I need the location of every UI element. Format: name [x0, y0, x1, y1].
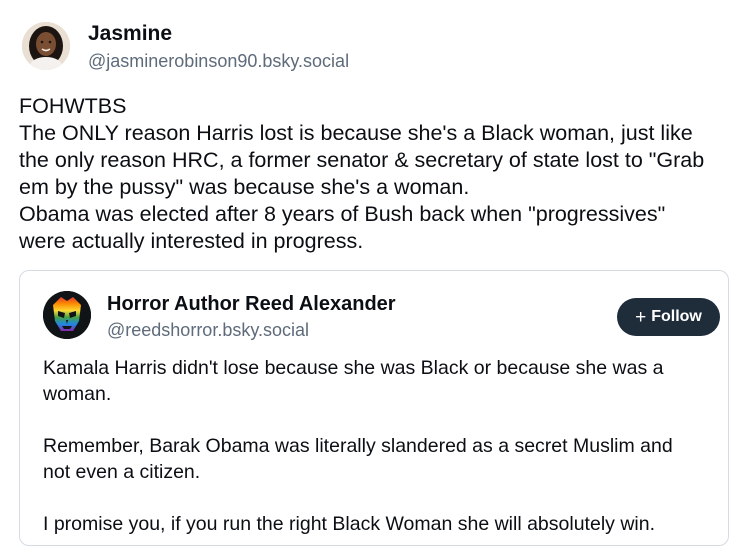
quoted-author-name[interactable]: Horror Author Reed Alexander — [107, 293, 396, 316]
quoted-author-handle[interactable]: @reedshorror.bsky.social — [107, 320, 309, 341]
post-text-line: Obama was elected after 8 years of Bush … — [19, 202, 666, 226]
author-handle[interactable]: @jasminerobinson90.bsky.social — [88, 51, 349, 72]
plus-icon: + — [635, 306, 647, 328]
quoted-text-line: woman. — [43, 383, 112, 405]
quoted-text-line: I promise you, if you run the right Blac… — [43, 513, 655, 535]
skull-mask-icon — [43, 291, 91, 339]
quoted-paragraph: Kamala Harris didn't lose because she wa… — [43, 355, 723, 407]
post-text-line: the only reason HRC, a former senator & … — [19, 148, 705, 172]
author-name[interactable]: Jasmine — [88, 22, 172, 46]
quoted-post-body: Kamala Harris didn't lose because she wa… — [43, 355, 723, 537]
quoted-post-card[interactable]: Horror Author Reed Alexander @reedshorro… — [19, 270, 729, 546]
follow-button-label: Follow — [651, 308, 702, 325]
author-avatar[interactable] — [22, 22, 70, 70]
quoted-paragraph: I promise you, if you run the right Blac… — [43, 511, 723, 537]
quoted-paragraph: Remember, Barak Obama was literally slan… — [43, 433, 723, 485]
post-text-line: em by the pussy" was because she's a wom… — [19, 175, 470, 199]
user-avatar-icon — [22, 22, 70, 70]
post-card: Jasmine @jasminerobinson90.bsky.social F… — [0, 0, 752, 551]
follow-button[interactable]: + Follow — [617, 298, 720, 336]
quoted-text-line: Remember, Barak Obama was literally slan… — [43, 435, 673, 457]
quoted-text-line: not even a citizen. — [43, 461, 201, 483]
post-text-line: The ONLY reason Harris lost is because s… — [19, 121, 693, 145]
post-text-line: FOHWTBS — [19, 94, 127, 118]
post-text-line: were actually interested in progress. — [19, 229, 364, 253]
quoted-author-avatar[interactable] — [43, 291, 91, 339]
quoted-text-line: Kamala Harris didn't lose because she wa… — [43, 357, 664, 379]
post-body: FOHWTBS The ONLY reason Harris lost is b… — [19, 93, 741, 255]
